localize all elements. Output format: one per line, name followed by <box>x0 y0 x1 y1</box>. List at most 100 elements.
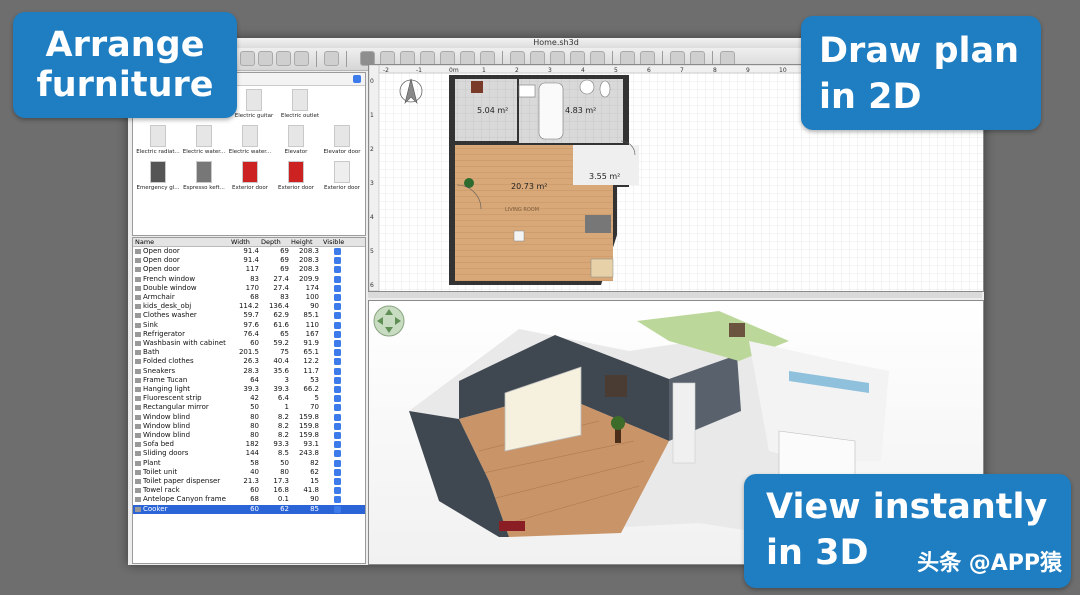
visible-checkbox[interactable] <box>334 358 341 366</box>
catalog-item[interactable]: Exterior door <box>227 161 273 195</box>
table-cell: Sink <box>143 320 158 329</box>
visible-checkbox[interactable] <box>334 294 341 301</box>
table-row[interactable]: Washbasin with cabinet 60 59.2 91.9 <box>133 339 365 348</box>
table-row[interactable]: Window blind 80 8.2 159.8 <box>133 413 365 422</box>
plan-washer <box>471 81 483 93</box>
visible-checkbox[interactable] <box>334 386 341 393</box>
catalog-item-label: Electric outlet <box>280 113 320 119</box>
table-cell: 60 <box>250 486 259 495</box>
table-row[interactable]: Armchair 68 83 100 <box>133 293 365 302</box>
catalog-item[interactable]: Elevator <box>273 125 319 159</box>
visible-checkbox[interactable] <box>334 441 341 449</box>
visible-checkbox[interactable] <box>334 496 341 504</box>
table-cell: 80 <box>250 412 259 421</box>
visible-checkbox[interactable] <box>334 330 341 338</box>
catalog-item[interactable]: Elevator door <box>319 125 365 159</box>
catalog-item[interactable]: Electric radiat... <box>135 125 181 159</box>
visible-checkbox[interactable] <box>334 413 341 421</box>
catalog-item[interactable]: Electric water... <box>181 125 227 159</box>
table-cell: 12.2 <box>303 357 319 366</box>
catalog-item[interactable]: Exterior door <box>273 161 319 195</box>
table-row[interactable]: Plant 58 50 82 <box>133 459 365 468</box>
catalog-item[interactable]: Electric outlet <box>277 89 323 123</box>
visible-checkbox[interactable] <box>334 275 341 283</box>
table-row[interactable]: Sink 97.6 61.6 110 <box>133 321 365 330</box>
visible-checkbox[interactable] <box>334 422 341 430</box>
table-row[interactable]: Antelope Canyon frame 68 0.1 90 <box>133 495 365 504</box>
visible-checkbox[interactable] <box>334 404 341 412</box>
catalog-item[interactable]: Emergency gl... <box>135 161 181 195</box>
paste-icon[interactable] <box>294 51 309 66</box>
table-row[interactable]: Open door 91.4 69 208.3 <box>133 256 365 265</box>
col-depth[interactable]: Depth <box>261 238 281 246</box>
visible-checkbox[interactable] <box>334 432 341 439</box>
visible-checkbox[interactable] <box>334 459 341 467</box>
table-row[interactable]: Frame Tucan 64 3 53 <box>133 376 365 385</box>
catalog-item[interactable]: Electric guitar <box>231 89 277 123</box>
pane-splitter[interactable] <box>368 292 982 298</box>
table-row[interactable]: Sofa bed 182 93.3 93.1 <box>133 440 365 449</box>
table-cell: 167 <box>305 329 319 338</box>
table-row[interactable]: Open door 117 69 208.3 <box>133 265 365 274</box>
search-options-icon[interactable] <box>353 75 361 83</box>
visible-checkbox[interactable] <box>334 257 341 265</box>
table-row[interactable]: Toilet paper dispenser 21.3 17.3 15 <box>133 477 365 486</box>
table-row[interactable]: Folded clothes 26.3 40.4 12.2 <box>133 357 365 366</box>
catalog-item[interactable]: Electric water... <box>227 125 273 159</box>
table-row[interactable]: Towel rack 60 16.8 41.8 <box>133 486 365 495</box>
table-cell: 208.3 <box>298 256 319 265</box>
table-row[interactable]: Hanging light 39.3 39.3 66.2 <box>133 385 365 394</box>
copy-icon[interactable] <box>276 51 291 66</box>
visible-checkbox[interactable] <box>334 266 341 274</box>
visible-checkbox[interactable] <box>334 505 341 513</box>
table-row[interactable]: Bath 201.5 75 65.1 <box>133 348 365 357</box>
table-row[interactable]: Fluorescent strip 42 6.4 5 <box>133 394 365 403</box>
undo-icon[interactable] <box>240 51 255 66</box>
visible-checkbox[interactable] <box>334 367 341 375</box>
table-cell: 91.4 <box>243 256 259 265</box>
table-cell: 136.4 <box>268 302 289 311</box>
visible-checkbox[interactable] <box>334 321 341 329</box>
table-cell: 60 <box>250 339 259 347</box>
visible-checkbox[interactable] <box>334 284 341 292</box>
col-height[interactable]: Height <box>291 238 313 246</box>
table-row[interactable]: Double window 170 27.4 174 <box>133 284 365 293</box>
add-furniture-icon[interactable] <box>324 51 339 66</box>
table-row[interactable]: Refrigerator 76.4 65 167 <box>133 330 365 339</box>
table-row[interactable]: Window blind 80 8.2 159.8 <box>133 422 365 431</box>
table-cell: Towel rack <box>143 486 180 495</box>
table-row[interactable]: kids_desk_obj 114.2 136.4 90 <box>133 302 365 311</box>
catalog-item[interactable]: Espresso keft... <box>181 161 227 195</box>
visible-checkbox[interactable] <box>334 376 341 384</box>
visible-checkbox[interactable] <box>334 478 341 485</box>
table-cell: 69 <box>280 265 289 274</box>
table-cell: 8.5 <box>277 449 289 458</box>
catalog-item[interactable]: Exterior door <box>319 161 365 195</box>
table-row[interactable]: Rectangular mirror 50 1 70 <box>133 403 365 412</box>
table-row[interactable]: Sliding doors 144 8.5 243.8 <box>133 449 365 458</box>
table-row[interactable]: Clothes washer 59.7 62.9 85.1 <box>133 311 365 320</box>
table-cell: Clothes washer <box>143 311 197 320</box>
col-width[interactable]: Width <box>231 238 250 246</box>
table-row[interactable]: Cooker 60 62 85 <box>133 504 365 514</box>
table-row[interactable]: Window blind 80 8.2 159.8 <box>133 431 365 440</box>
table-row[interactable]: French window 83 27.4 209.9 <box>133 275 365 284</box>
visible-checkbox[interactable] <box>334 303 341 311</box>
visible-checkbox[interactable] <box>334 395 341 403</box>
visible-checkbox[interactable] <box>334 468 341 476</box>
col-name[interactable]: Name <box>135 238 154 246</box>
cut-icon[interactable] <box>258 51 273 66</box>
table-cell: 208.3 <box>298 265 319 274</box>
catalog-item-thumbnail <box>242 161 258 183</box>
table-cell: 64 <box>250 375 259 384</box>
visible-checkbox[interactable] <box>334 248 341 255</box>
table-row[interactable]: Open door 91.4 69 208.3 <box>133 247 365 256</box>
visible-checkbox[interactable] <box>334 312 341 320</box>
col-visible[interactable]: Visible <box>323 238 344 246</box>
table-row[interactable]: Toilet unit 40 80 62 <box>133 468 365 477</box>
visible-checkbox[interactable] <box>334 340 341 347</box>
table-row[interactable]: Sneakers 28.3 35.6 11.7 <box>133 367 365 376</box>
visible-checkbox[interactable] <box>334 349 341 357</box>
visible-checkbox[interactable] <box>334 487 341 495</box>
visible-checkbox[interactable] <box>334 450 341 458</box>
